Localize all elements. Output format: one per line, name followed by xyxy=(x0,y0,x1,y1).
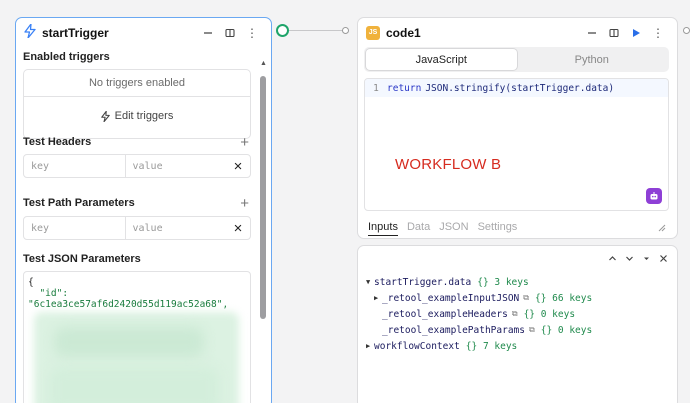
copy-icon[interactable]: ⧉ xyxy=(529,325,535,335)
code-block-header[interactable]: JS code1 ⋮ xyxy=(358,18,677,47)
header-key-input[interactable]: key xyxy=(24,155,125,177)
block-sub-tabs: Inputs Data JSON Settings xyxy=(368,221,526,236)
tree-key: _retool_exampleHeaders xyxy=(382,308,508,320)
tree-meta: {} 7 keys xyxy=(465,340,518,352)
json-line: "6c1ea3ce57af6d2420d55d119ac52a68", xyxy=(28,299,229,310)
trigger-block-title: startTrigger xyxy=(42,25,109,40)
code-editor[interactable]: 1 return JSON.stringify(startTrigger.dat… xyxy=(364,78,669,211)
line-number: 1 xyxy=(373,82,379,94)
enabled-triggers-box: No triggers enabled Edit triggers xyxy=(23,69,251,139)
run-play-icon[interactable] xyxy=(625,23,647,43)
tab-settings[interactable]: Settings xyxy=(478,221,518,236)
code-expression: JSON.stringify(startTrigger.data) xyxy=(425,82,615,94)
path-key-input[interactable]: key xyxy=(24,217,125,239)
trigger-block-header[interactable]: startTrigger ⋮ xyxy=(16,18,271,47)
copy-icon[interactable]: ⧉ xyxy=(512,309,518,319)
tab-python[interactable]: Python xyxy=(517,49,668,70)
tree-row[interactable]: _retool_examplePathParams ⧉ {} 0 keys xyxy=(366,322,592,338)
connector-line xyxy=(289,30,344,31)
code-block[interactable]: JS code1 ⋮ JavaScript Python 1 return JS… xyxy=(357,17,678,239)
enabled-triggers-heading: Enabled triggers xyxy=(23,51,110,63)
redacted-blur xyxy=(54,327,204,357)
inputs-tree: ▼ startTrigger.data {} 3 keys ▶ _retool_… xyxy=(366,274,592,354)
panel-toggle-icon[interactable] xyxy=(219,23,241,43)
tree-key: _retool_examplePathParams xyxy=(382,324,525,336)
tree-key: _retool_exampleInputJSON xyxy=(382,292,520,304)
test-path-params-heading: Test Path Parameters xyxy=(23,197,135,209)
scroll-up-arrow-icon[interactable]: ▲ xyxy=(260,60,267,67)
edit-triggers-label: Edit triggers xyxy=(114,110,174,122)
minimize-icon[interactable] xyxy=(581,23,603,43)
remove-header-icon[interactable]: × xyxy=(226,155,250,177)
workflow-watermark: WORKFLOW B xyxy=(395,156,502,173)
js-badge-icon: JS xyxy=(366,25,380,40)
panel-toggle-icon[interactable] xyxy=(603,23,625,43)
expand-caret-icon[interactable]: ▼ xyxy=(366,278,374,286)
trigger-output-port[interactable] xyxy=(276,24,289,37)
code-block-title: code1 xyxy=(386,25,421,40)
no-triggers-text: No triggers enabled xyxy=(24,70,250,97)
more-options-icon[interactable]: ⋮ xyxy=(241,23,263,43)
code-output-port[interactable] xyxy=(683,27,690,34)
tab-data[interactable]: Data xyxy=(407,221,430,236)
tree-meta: {} 66 keys xyxy=(535,292,593,304)
path-param-kv-row: key value × xyxy=(23,216,251,240)
add-header-icon[interactable]: + xyxy=(240,135,249,150)
close-icon[interactable] xyxy=(655,250,671,266)
dropdown-caret-icon[interactable] xyxy=(638,250,654,266)
assist-robot-icon[interactable] xyxy=(646,188,662,204)
code-line: 1 return JSON.stringify(startTrigger.dat… xyxy=(365,79,668,97)
expand-caret-icon[interactable]: ▶ xyxy=(374,294,382,302)
tree-row[interactable]: _retool_exampleHeaders ⧉ {} 0 keys xyxy=(366,306,592,322)
lightning-icon xyxy=(24,23,36,41)
json-params-editor[interactable]: { "id": "6c1ea3ce57af6d2420d55d119ac52a6… xyxy=(23,271,251,403)
tree-key: workflowContext xyxy=(374,340,460,352)
edit-triggers-button[interactable]: Edit triggers xyxy=(28,104,246,128)
scrollbar-thumb[interactable] xyxy=(260,76,266,319)
json-line: { xyxy=(28,277,34,288)
tree-row[interactable]: ▶ workflowContext {} 7 keys xyxy=(366,338,592,354)
code-input-port[interactable] xyxy=(342,27,349,34)
panel-toolbar xyxy=(603,250,671,266)
language-switcher: JavaScript Python xyxy=(364,47,669,72)
code-keyword: return xyxy=(387,82,422,94)
tree-meta: {} 0 keys xyxy=(540,324,593,336)
json-line: "id": xyxy=(28,288,69,299)
copy-icon[interactable]: ⧉ xyxy=(523,293,529,303)
chevron-down-icon[interactable] xyxy=(621,250,637,266)
tree-key: startTrigger.data xyxy=(374,276,472,288)
tab-json[interactable]: JSON xyxy=(439,221,468,236)
lightning-icon xyxy=(100,110,110,122)
inputs-panel: ▼ startTrigger.data {} 3 keys ▶ _retool_… xyxy=(357,245,678,403)
expand-caret-icon[interactable]: ▶ xyxy=(366,342,374,350)
test-json-params-heading: Test JSON Parameters xyxy=(23,253,141,265)
resize-handle-icon[interactable] xyxy=(657,223,667,236)
redacted-blur xyxy=(49,367,219,403)
remove-path-param-icon[interactable]: × xyxy=(226,217,250,239)
chevron-up-icon[interactable] xyxy=(604,250,620,266)
path-value-input[interactable]: value xyxy=(124,217,227,239)
minimize-icon[interactable] xyxy=(197,23,219,43)
tab-inputs[interactable]: Inputs xyxy=(368,221,398,236)
add-path-param-icon[interactable]: + xyxy=(240,196,249,211)
header-kv-row: key value × xyxy=(23,154,251,178)
tree-row[interactable]: ▶ _retool_exampleInputJSON ⧉ {} 66 keys xyxy=(366,290,592,306)
start-trigger-block[interactable]: startTrigger ⋮ Enabled triggers No trigg… xyxy=(15,17,272,403)
tab-javascript[interactable]: JavaScript xyxy=(366,49,517,70)
tree-meta: {} 0 keys xyxy=(523,308,576,320)
header-value-input[interactable]: value xyxy=(124,155,227,177)
more-options-icon[interactable]: ⋮ xyxy=(647,23,669,43)
test-headers-heading: Test Headers xyxy=(23,136,92,148)
tree-row[interactable]: ▼ startTrigger.data {} 3 keys xyxy=(366,274,592,290)
tree-meta: {} 3 keys xyxy=(477,276,529,288)
